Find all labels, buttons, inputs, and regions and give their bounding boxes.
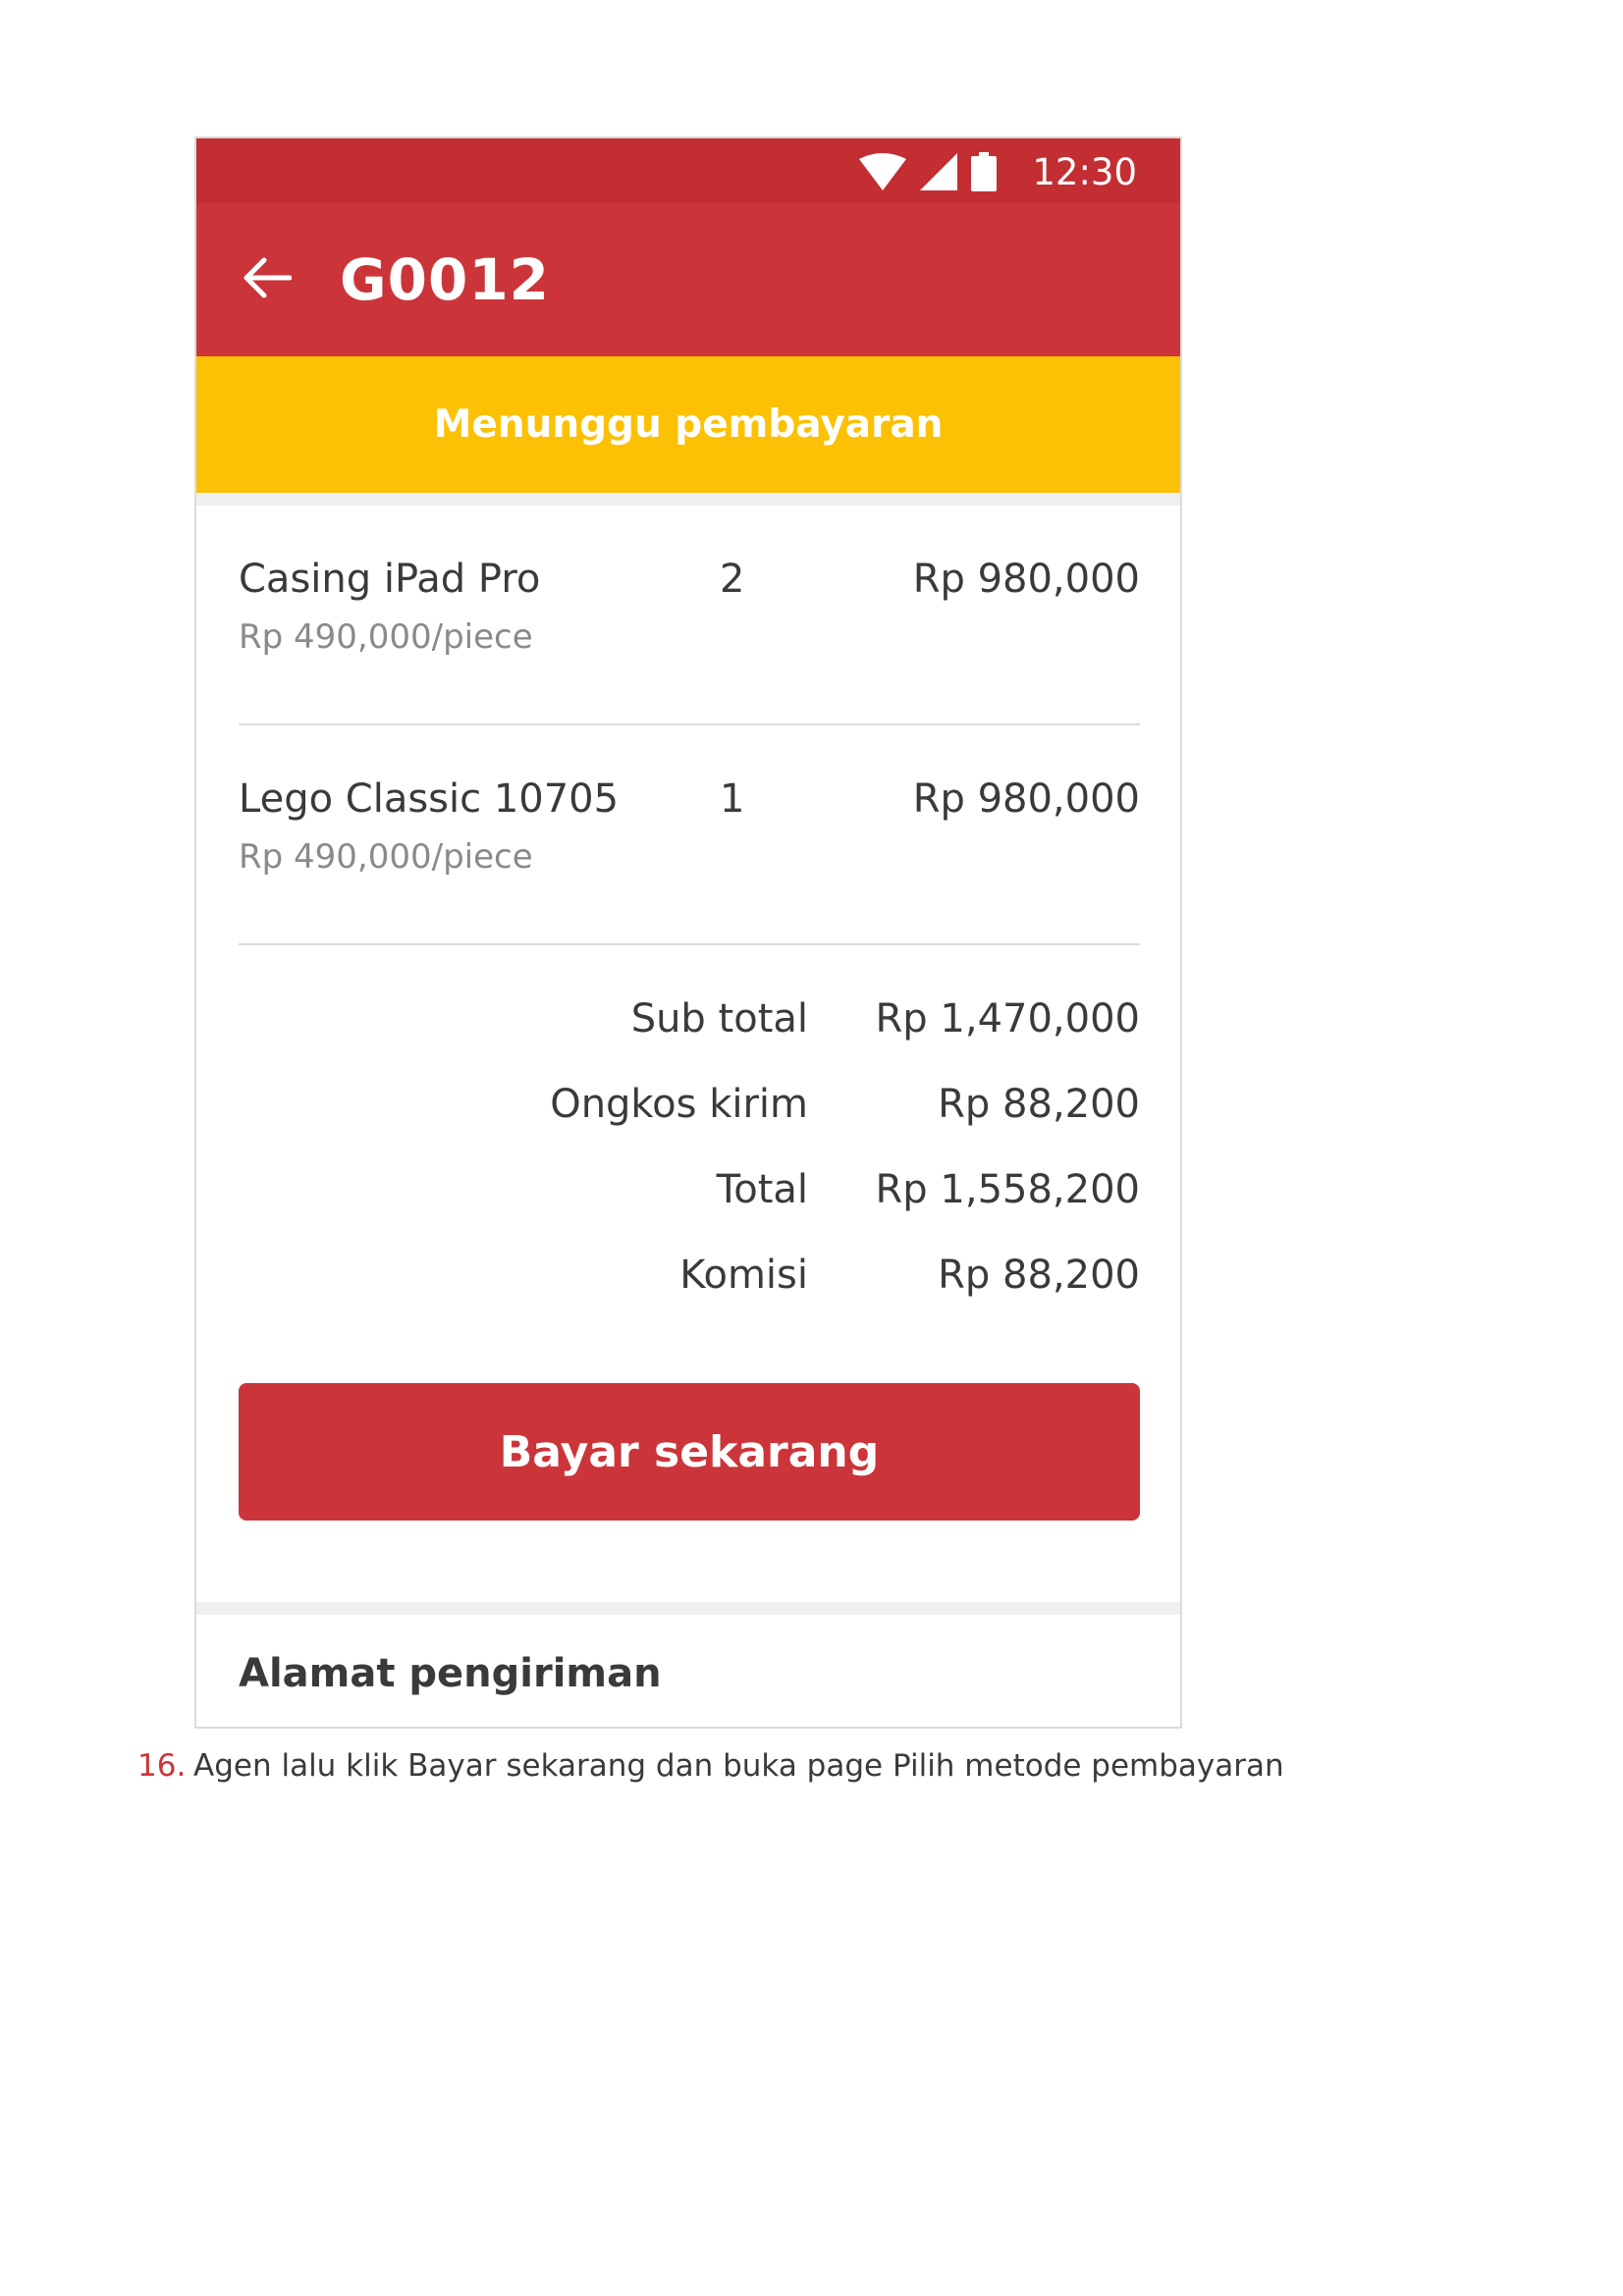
summary-label: Sub total — [630, 996, 808, 1041]
caption-number: 16. — [137, 1748, 187, 1784]
figure-caption: 16. Agen lalu klik Bayar sekarang dan buk… — [137, 1748, 1284, 1784]
arrow-left-icon — [241, 256, 293, 303]
page-title: G0012 — [340, 246, 551, 313]
item-price: Rp 980,000 — [912, 557, 1140, 602]
summary-row-total: Total Rp 1,558,200 — [239, 1167, 1140, 1226]
section-divider — [196, 493, 1180, 506]
summary-value: Rp 88,200 — [938, 1082, 1140, 1127]
summary-row-commission: Komisi Rp 88,200 — [239, 1253, 1140, 1311]
summary-value: Rp 1,470,000 — [875, 996, 1140, 1041]
summary-value: Rp 1,558,200 — [875, 1167, 1140, 1212]
app-bar: G0012 — [196, 203, 1180, 356]
battery-icon — [971, 152, 998, 191]
pay-now-button-label: Bayar sekarang — [499, 1426, 880, 1477]
item-quantity: 1 — [720, 776, 745, 822]
section-divider — [196, 1602, 1180, 1615]
item-name: Lego Classic 10705 — [239, 776, 620, 822]
summary-label: Komisi — [679, 1253, 808, 1298]
status-bar: 12:30 — [196, 138, 1180, 203]
summary-label: Ongkos kirim — [550, 1082, 808, 1127]
item-price: Rp 980,000 — [912, 776, 1140, 822]
item-name: Casing iPad Pro — [239, 557, 541, 602]
shipping-address-title[interactable]: Alamat pengiriman — [239, 1651, 662, 1696]
item-unit-price: Rp 490,000/piece — [239, 837, 533, 877]
order-item: Lego Classic 10705 Rp 490,000/piece 1 Rp… — [239, 725, 1140, 945]
item-quantity: 2 — [720, 557, 745, 602]
order-item: Casing iPad Pro Rp 490,000/piece 2 Rp 98… — [239, 506, 1140, 725]
phone-screen: 12:30 G0012 Menunggu pembayaran Casing i… — [194, 136, 1182, 1729]
summary-row-subtotal: Sub total Rp 1,470,000 — [239, 996, 1140, 1055]
signal-icon — [920, 153, 958, 190]
summary-row-shipping: Ongkos kirim Rp 88,200 — [239, 1082, 1140, 1141]
status-time: 12:30 — [1032, 150, 1137, 193]
pay-now-button[interactable]: Bayar sekarang — [239, 1383, 1140, 1521]
wifi-icon — [859, 153, 907, 190]
item-unit-price: Rp 490,000/piece — [239, 617, 533, 657]
back-button[interactable] — [232, 245, 300, 314]
status-banner: Menunggu pembayaran — [196, 356, 1180, 493]
summary-label: Total — [716, 1167, 808, 1212]
status-banner-text: Menunggu pembayaran — [433, 402, 944, 447]
caption-text: Agen lalu klik Bayar sekarang dan buka p… — [193, 1748, 1284, 1784]
status-icons: 12:30 — [859, 150, 1137, 193]
summary-value: Rp 88,200 — [938, 1253, 1140, 1298]
